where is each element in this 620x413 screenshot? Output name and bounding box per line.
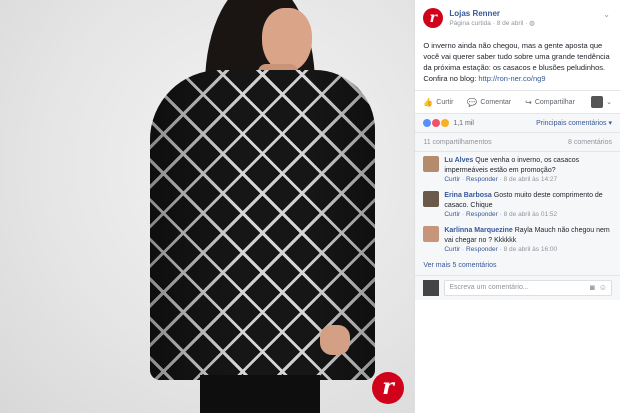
- user-avatar-small: [591, 96, 604, 108]
- commenter-avatar[interactable]: [423, 226, 440, 242]
- comment-meta: Curtir · Responder · 8 de abril às 16:00: [444, 245, 612, 255]
- chevron-down-icon[interactable]: ⌄: [603, 10, 610, 19]
- share-icon: ↪: [525, 97, 532, 107]
- comment-body: Lu Alves Que venha o inverno, os casacos…: [444, 156, 612, 175]
- commenter-avatar[interactable]: [423, 191, 440, 207]
- share-label: Compartilhar: [534, 98, 575, 106]
- comment-body: Karlinna Marquezine Rayla Mauch não cheg…: [444, 226, 612, 245]
- page-avatar[interactable]: r: [423, 8, 444, 28]
- comment-icon: 💬: [467, 97, 478, 107]
- globe-icon: ◍: [529, 20, 535, 27]
- post-actions: 👍 Curtir 💬 Comentar ↪ Compartilhar ⌄: [415, 90, 620, 113]
- comment-reply-link[interactable]: Responder: [466, 246, 498, 253]
- meta-separator: ·: [492, 20, 495, 27]
- thumbs-up-icon: 👍: [423, 97, 434, 107]
- comment-date[interactable]: 8 de abril às 14:27: [504, 176, 557, 183]
- meta-separator: ·: [462, 176, 465, 183]
- shares-row: 11 compartilhamentos 8 comentários: [415, 133, 620, 152]
- write-comment-row: Escreva um comentário... ◙ ☺: [415, 275, 620, 300]
- page-name-link[interactable]: Lojas Renner: [449, 8, 535, 19]
- comment-meta: Curtir · Responder · 8 de abril às 01:52: [444, 210, 612, 220]
- post-as-selector[interactable]: ⌄: [591, 96, 612, 108]
- comment-date[interactable]: 8 de abril às 01:52: [504, 211, 557, 218]
- emoji-icon[interactable]: ☺: [599, 281, 607, 295]
- comment-label: Comentar: [480, 98, 512, 106]
- share-button[interactable]: ↪ Compartilhar: [525, 98, 575, 107]
- model-pants: [200, 375, 320, 413]
- post-date-link[interactable]: 8 de abril: [497, 20, 524, 27]
- comment-like-link[interactable]: Curtir: [444, 176, 460, 183]
- meta-separator: ·: [499, 211, 502, 218]
- current-user-avatar: [423, 280, 440, 296]
- comment-input[interactable]: Escreva um comentário... ◙ ☺: [444, 280, 612, 296]
- commenter-avatar[interactable]: [423, 156, 440, 172]
- post-text: O inverno ainda não chegou, mas a gente …: [415, 40, 620, 84]
- post-meta: Página curtida · 8 de abril · ◍: [449, 19, 535, 29]
- meta-separator: ·: [525, 20, 528, 27]
- reactions-row: 1,1 mil Principais comentários ▾: [415, 114, 620, 133]
- comment-date[interactable]: 8 de abril às 16:00: [504, 246, 557, 253]
- like-reaction-icon: [423, 119, 432, 127]
- meta-separator: ·: [462, 211, 465, 218]
- model-face: [262, 8, 312, 72]
- comment-reply-link[interactable]: Responder: [466, 211, 498, 218]
- reaction-count[interactable]: 1,1 mil: [453, 120, 474, 127]
- comment-button[interactable]: 💬 Comentar: [467, 98, 511, 107]
- post-side-panel: r Lojas Renner Página curtida · 8 de abr…: [414, 0, 620, 413]
- commenter-name[interactable]: Erina Barbosa: [444, 192, 491, 199]
- shares-count[interactable]: 11 compartilhamentos: [423, 139, 491, 146]
- comments-count[interactable]: 8 comentários: [568, 139, 612, 146]
- view-more-comments-link[interactable]: Ver mais 5 comentários: [415, 257, 620, 275]
- wow-reaction-icon: [441, 119, 450, 127]
- camera-icon[interactable]: ◙: [590, 281, 595, 295]
- commenter-name[interactable]: Lu Alves: [444, 157, 473, 164]
- love-reaction-icon: [432, 119, 441, 127]
- comment-sort-dropdown[interactable]: Principais comentários ▾: [536, 119, 612, 127]
- feedback-section: 1,1 mil Principais comentários ▾ 11 comp…: [415, 113, 620, 300]
- post-header: r Lojas Renner Página curtida · 8 de abr…: [415, 0, 620, 40]
- comment-meta: Curtir · Responder · 8 de abril às 14:27: [444, 175, 612, 185]
- comment-like-link[interactable]: Curtir: [444, 211, 460, 218]
- comment-item: Karlinna Marquezine Rayla Mauch não cheg…: [415, 222, 620, 257]
- comment-like-link[interactable]: Curtir: [444, 246, 460, 253]
- meta-separator: ·: [462, 246, 465, 253]
- comment-placeholder: Escreva um comentário...: [449, 284, 529, 291]
- meta-separator: ·: [499, 246, 502, 253]
- comment-body: Erina Barbosa Gosto muito deste comprime…: [444, 191, 612, 210]
- meta-liked: Página curtida: [449, 20, 491, 27]
- comment-reply-link[interactable]: Responder: [466, 176, 498, 183]
- blog-link[interactable]: http://ron-ner.co/ng9: [478, 74, 545, 83]
- comment-item: Erina Barbosa Gosto muito deste comprime…: [415, 187, 620, 222]
- renner-logo-watermark: r: [372, 372, 404, 404]
- like-label: Curtir: [436, 98, 454, 106]
- comment-item: Lu Alves Que venha o inverno, os casacos…: [415, 152, 620, 187]
- commenter-name[interactable]: Karlinna Marquezine: [444, 227, 512, 234]
- chevron-down-icon: ⌄: [606, 99, 612, 106]
- post-photo[interactable]: r: [0, 0, 415, 413]
- model-hand: [320, 325, 350, 355]
- like-button[interactable]: 👍 Curtir: [423, 98, 453, 107]
- meta-separator: ·: [499, 176, 502, 183]
